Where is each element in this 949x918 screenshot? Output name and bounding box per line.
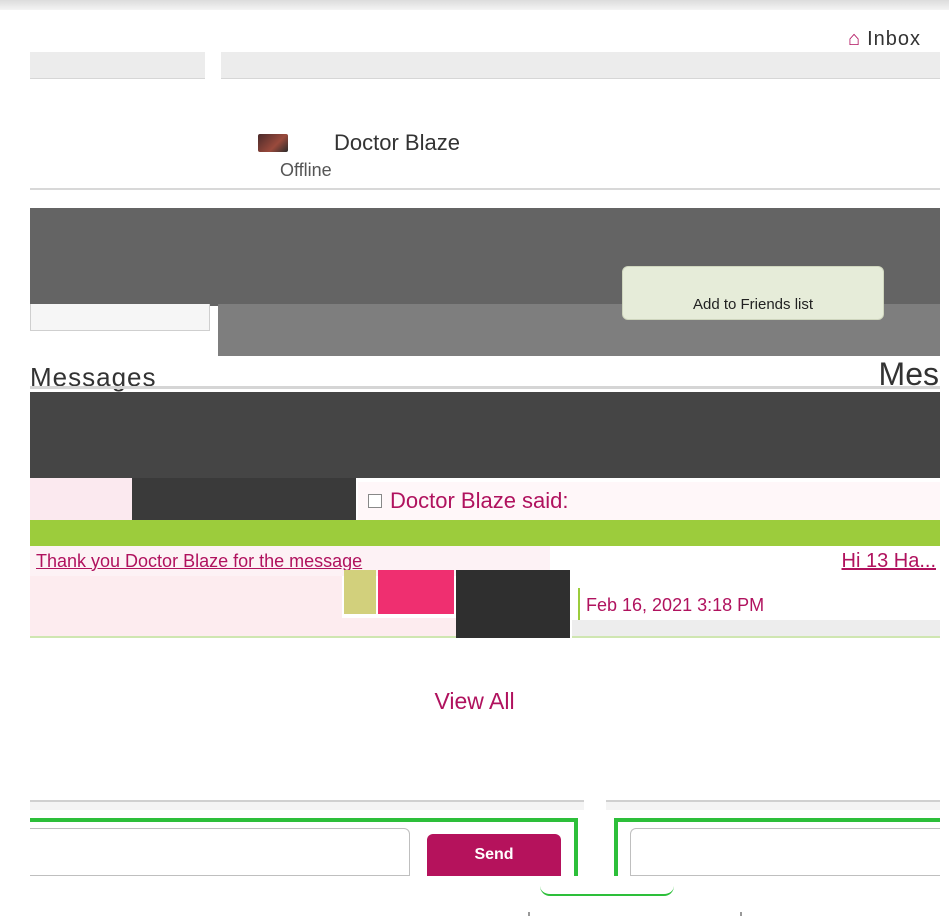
scroll-tick (528, 912, 530, 916)
color-swatch-pink (378, 570, 454, 614)
color-swatch-dark (456, 570, 570, 638)
profile-name[interactable]: Doctor Blaze (334, 130, 460, 156)
profile-tab[interactable] (30, 304, 210, 331)
send-button[interactable]: Send (427, 834, 561, 876)
message-timestamp: Feb 16, 2021 3:18 PM (578, 588, 940, 622)
message-input-secondary[interactable] (630, 828, 940, 876)
message-header: Doctor Blaze said: (358, 482, 940, 520)
message-sender[interactable]: Doctor Blaze said: (390, 488, 569, 514)
color-swatch-olive (344, 570, 376, 614)
sub-navigation-bar (30, 52, 940, 79)
conversation-divider (30, 618, 460, 638)
messages-divider (30, 386, 940, 389)
timestamp-divider (572, 620, 940, 638)
sub-navigation-divider (205, 52, 221, 79)
profile-status: Offline (280, 160, 332, 180)
compose-tab-handle[interactable] (540, 876, 674, 896)
message-preview-link[interactable]: Hi 13 Ha... (576, 546, 940, 576)
messages-panel (30, 392, 940, 478)
message-input[interactable] (30, 828, 410, 876)
top-border (0, 0, 949, 10)
add-to-friends-button[interactable]: Add to Friends list (622, 266, 884, 320)
scroll-tick (740, 912, 742, 916)
view-all-link[interactable]: View All (0, 688, 949, 715)
conversation-highlight-bar (30, 520, 940, 546)
conversation-card-lower (30, 576, 342, 618)
profile-status-row: Offline (30, 160, 940, 190)
avatar[interactable] (258, 134, 288, 152)
profile-name-row: Doctor Blaze (30, 130, 940, 158)
conversation-thumbnail (132, 478, 356, 520)
inbox-link[interactable]: ⌂ Inbox (848, 28, 921, 51)
conversation-card[interactable] (30, 478, 132, 520)
inbox-label: Inbox (867, 28, 921, 50)
compose-divider-left (30, 800, 584, 810)
compose-divider-right (606, 800, 940, 810)
message-checkbox[interactable] (368, 494, 382, 508)
home-icon: ⌂ (847, 28, 862, 50)
